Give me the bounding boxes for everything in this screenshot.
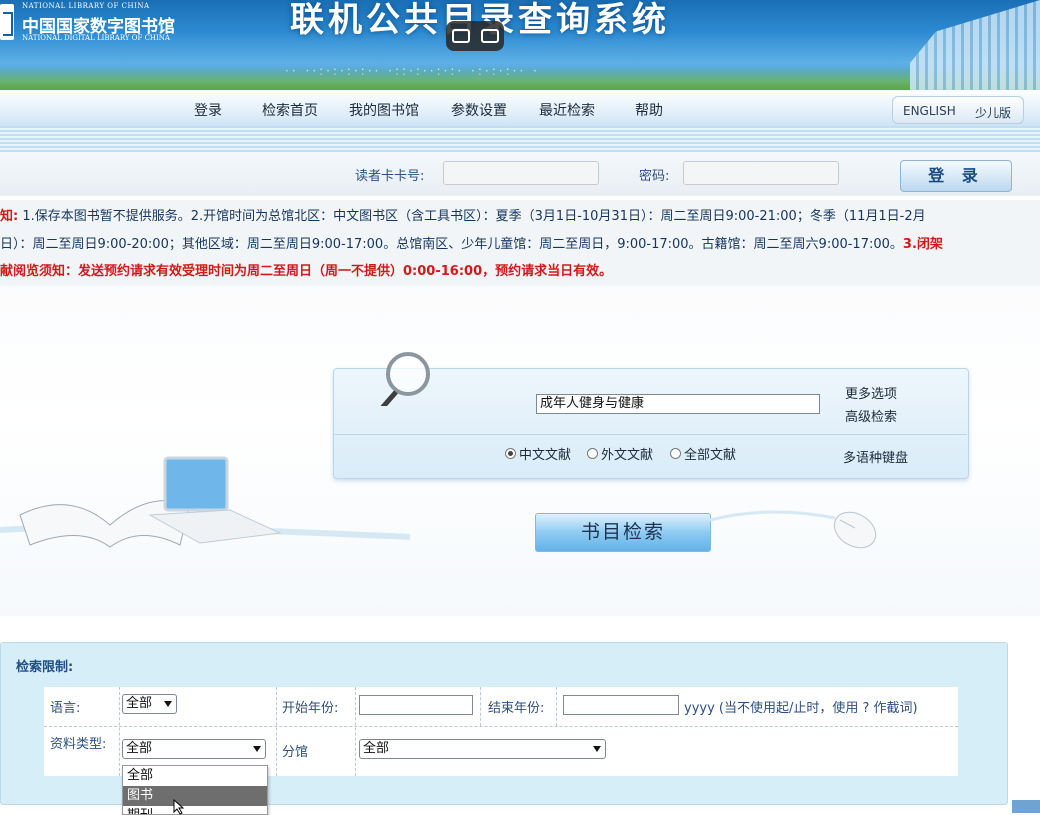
- language-switch: ENGLISH 少儿版: [892, 96, 1024, 124]
- search-limits-title: 检索限制:: [16, 660, 74, 675]
- chevron-down-icon: [593, 746, 601, 752]
- material-type-dropdown: 全部 图书 期刊: [122, 765, 268, 815]
- nav-login[interactable]: 登录: [194, 100, 222, 120]
- login-button[interactable]: 登 录: [900, 160, 1012, 192]
- radio-foreign-label: 外文文献: [601, 448, 654, 463]
- start-year-input[interactable]: [359, 695, 473, 715]
- kids-version-link[interactable]: 少儿版: [975, 104, 1011, 121]
- media-overlay-controls[interactable]: [446, 21, 504, 51]
- branch-select-value: 全部: [363, 741, 390, 756]
- picture-in-picture-icon[interactable]: [480, 29, 499, 43]
- search-query-input[interactable]: 成年人健身与健康: [536, 394, 820, 414]
- library-building-image: [910, 0, 1040, 90]
- card-number-label: 读者卡卡号:: [355, 169, 425, 184]
- more-options-link[interactable]: 更多选项: [845, 383, 897, 402]
- year-format-note: yyyy (当不使用起/止时，使用 ? 作截词): [684, 701, 918, 716]
- radio-all-label: 全部文献: [684, 448, 737, 463]
- col-divider: [355, 687, 357, 776]
- notice-line-3: 献阅览须知：发送预约请求有效受理时间为周二至周日（周一不提供）0:00-16:0…: [0, 264, 613, 279]
- material-type-value: 全部: [126, 741, 153, 756]
- catalog-search-button[interactable]: 书目检索: [535, 513, 711, 552]
- decorative-stripe: [0, 126, 1040, 152]
- banner-landscape: [0, 66, 1040, 90]
- end-year-label: 结束年份:: [488, 701, 545, 716]
- notice-line-2: 日）：周二至周日9:00-20:00；其他区域：周二至周日9:00-17:00。…: [0, 237, 943, 252]
- advanced-search-link[interactable]: 高级检索: [845, 406, 897, 425]
- password-input[interactable]: [683, 161, 839, 185]
- start-year-label: 开始年份:: [282, 701, 339, 716]
- notice-line-1: 知: 1.保存本图书暂不提供服务。2.开馆时间为总馆北区：中文图书区（含工具书区…: [0, 209, 926, 224]
- library-name-en: NATIONAL LIBRARY OF CHINA: [22, 2, 150, 10]
- col-divider: [480, 687, 482, 726]
- end-year-input[interactable]: [563, 695, 679, 715]
- language-select[interactable]: 全部: [122, 694, 177, 714]
- chevron-down-icon: [253, 746, 261, 752]
- english-link[interactable]: ENGLISH: [903, 104, 956, 118]
- language-label: 语言:: [50, 701, 81, 716]
- dropdown-option-journals[interactable]: 期刊: [123, 806, 267, 814]
- nav-help[interactable]: 帮助: [635, 100, 663, 120]
- nav-search-home[interactable]: 检索首页: [262, 100, 318, 120]
- col-divider: [556, 687, 558, 726]
- magnifier-icon: [380, 352, 430, 406]
- library-logo-icon: [0, 4, 14, 40]
- corner-tab: [1012, 800, 1040, 813]
- header-banner: NATIONAL LIBRARY OF CHINA 中国国家数字图书馆 NATI…: [0, 0, 1040, 90]
- material-type-select[interactable]: 全部: [122, 739, 266, 759]
- main-nav: 登录 检索首页 我的图书馆 参数设置 最近检索 帮助: [0, 90, 1040, 126]
- password-label: 密码:: [639, 169, 670, 184]
- multilang-keyboard-link[interactable]: 多语种键盘: [843, 447, 908, 466]
- nav-settings[interactable]: 参数设置: [451, 100, 507, 120]
- language-select-value: 全部: [126, 696, 153, 711]
- dropdown-option-all[interactable]: 全部: [123, 766, 267, 786]
- search-panel-divider: [333, 434, 967, 435]
- nav-my-library[interactable]: 我的图书馆: [349, 100, 419, 120]
- branch-select[interactable]: 全部: [359, 739, 606, 759]
- radio-foreign-button[interactable]: [587, 448, 598, 459]
- notice-area: 知: 1.保存本图书暂不提供服务。2.开馆时间为总馆北区：中文图书区（含工具书区…: [0, 200, 1040, 286]
- radio-chinese-label: 中文文献: [519, 448, 572, 463]
- dropdown-option-books[interactable]: 图书: [123, 786, 267, 806]
- mouse-illustration: [710, 510, 877, 549]
- radio-all-button[interactable]: [670, 448, 681, 459]
- exit-pip-icon[interactable]: [451, 29, 470, 43]
- col-divider: [276, 687, 278, 776]
- login-bar: 读者卡卡号: 密码:: [0, 152, 1040, 196]
- card-number-input[interactable]: [443, 161, 599, 185]
- branch-label: 分馆: [282, 745, 309, 760]
- radio-chinese[interactable]: 中文文献: [505, 444, 571, 463]
- material-type-label: 资料类型:: [50, 737, 107, 752]
- nav-recent-searches[interactable]: 最近检索: [539, 100, 595, 120]
- radio-all[interactable]: 全部文献: [670, 444, 736, 463]
- radio-chinese-button[interactable]: [505, 448, 516, 459]
- chevron-down-icon: [164, 701, 172, 707]
- radio-foreign[interactable]: 外文文献: [587, 444, 653, 463]
- digital-library-name-en: NATIONAL DIGITAL LIBRARY OF CHINA: [22, 34, 170, 42]
- col-divider: [119, 687, 121, 776]
- row-divider: [44, 726, 958, 728]
